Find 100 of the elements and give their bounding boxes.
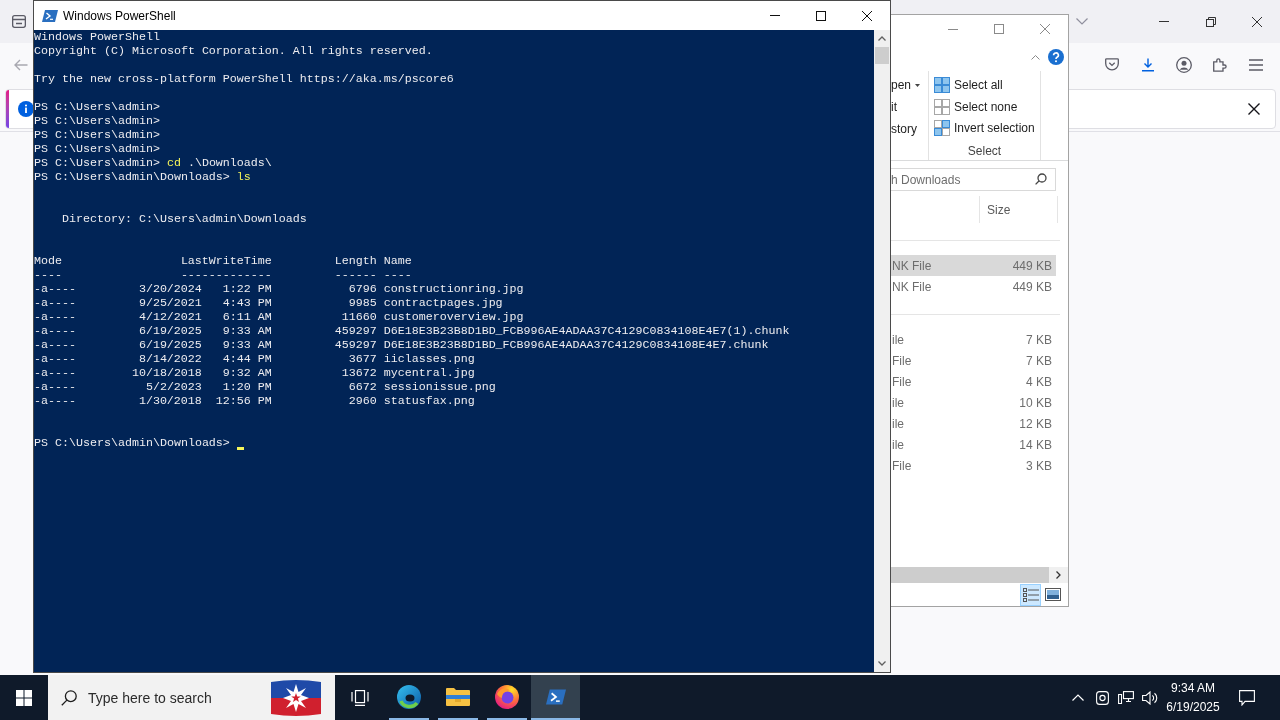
time-cell: 6:11 AM xyxy=(222,310,272,324)
device-icon xyxy=(1095,690,1109,705)
chevron-up-icon xyxy=(1030,54,1040,60)
chevron-down-icon xyxy=(878,661,886,666)
column-heading: Name xyxy=(383,254,412,268)
file-name-cell: customeroverview.jpg xyxy=(383,310,524,324)
prompt-text: PS C:\Users\admin\Downloads> xyxy=(34,436,230,450)
view-toggle-button[interactable] xyxy=(1020,583,1041,606)
chevron-up-icon xyxy=(878,36,886,41)
account-icon xyxy=(1176,56,1192,73)
file-type-text: ile xyxy=(891,394,904,412)
search-icon xyxy=(61,690,77,706)
file-row[interactable]: File 3 KB xyxy=(890,455,1056,476)
help-icon xyxy=(1048,49,1064,65)
file-name-cell: D6E18E3B23B8D1BD_FCB996AE4ADAA37C4129C0834108E4E7.chunk xyxy=(383,338,769,352)
window-title: Windows PowerShell xyxy=(63,7,176,25)
file-row[interactable]: ile 14 KB xyxy=(890,434,1056,455)
time-cell: 9:33 AM xyxy=(222,324,272,338)
heading-underline: ---- xyxy=(383,268,412,282)
chevron-down-icon xyxy=(1076,18,1088,25)
heading-underline: ------------- xyxy=(180,268,272,282)
file-size-text: 10 KB xyxy=(1019,394,1053,412)
file-name-cell: statusfax.png xyxy=(383,394,475,408)
prompt-text: PS C:\Users\admin> xyxy=(34,128,160,142)
file-row[interactable]: File 7 KB xyxy=(890,350,1056,371)
length-cell: 11660 xyxy=(341,310,377,324)
date-cell: 6/19/2025 xyxy=(138,324,202,338)
length-cell: 9985 xyxy=(348,296,377,310)
prompt-text: PS C:\Users\admin\Downloads> xyxy=(34,170,230,184)
file-size-text: 7 KB xyxy=(1026,352,1053,370)
time-cell: 9:33 AM xyxy=(222,338,272,352)
download-icon xyxy=(1141,57,1155,72)
argument-text: .\Downloads\ xyxy=(187,156,272,170)
file-type-text: File xyxy=(891,373,912,391)
close-icon xyxy=(862,10,872,21)
swirl-icon xyxy=(396,684,421,709)
file-type-text: ile xyxy=(891,415,904,433)
ribbon-command-button[interactable]: story xyxy=(890,118,917,140)
details-view-icon xyxy=(1022,587,1039,602)
file-row[interactable]: ile 10 KB xyxy=(890,392,1056,413)
back-arrow-icon xyxy=(14,58,28,71)
task-view-icon xyxy=(351,689,369,706)
time-cell: 9:32 AM xyxy=(222,366,272,380)
help-button[interactable] xyxy=(1048,49,1064,65)
mode-cell: -a---- xyxy=(34,310,76,324)
column-heading: Length xyxy=(334,254,377,268)
ribbon-group-label: Select xyxy=(967,143,1002,160)
file-name-cell: mycentral.jpg xyxy=(383,366,475,380)
time-cell: 1:20 PM xyxy=(222,380,272,394)
file-type-text: NK File xyxy=(891,257,932,275)
file-row[interactable]: File 4 KB xyxy=(890,371,1056,392)
file-row[interactable]: NK File 449 KB xyxy=(890,276,1056,297)
column-header[interactable]: Size xyxy=(980,196,1058,223)
mode-cell: -a---- xyxy=(34,394,76,408)
pocket-icon xyxy=(1105,58,1119,71)
close-icon xyxy=(1040,24,1050,34)
ribbon-command-button[interactable]: pen xyxy=(890,74,921,96)
file-size-text: 3 KB xyxy=(1026,457,1053,475)
scrollbar-thumb[interactable] xyxy=(875,47,889,64)
taskbar-app-button[interactable] xyxy=(531,675,580,720)
file-size-text: 12 KB xyxy=(1019,415,1053,433)
large-icons-view-icon xyxy=(1044,588,1061,601)
select-all-icon xyxy=(934,76,950,93)
puzzle-icon xyxy=(1213,57,1227,72)
file-size-text: 14 KB xyxy=(1019,436,1053,454)
console-text: Windows PowerShell xyxy=(34,30,160,44)
ribbon-command-button[interactable]: Invert selection xyxy=(934,117,1035,139)
date-cell: 6/19/2025 xyxy=(138,338,202,352)
chevron-right-icon xyxy=(1056,571,1061,579)
directory-text: Directory: C:\Users\admin\Downloads xyxy=(61,212,307,226)
search-field[interactable]: h Downloads xyxy=(890,168,1056,191)
restore-icon xyxy=(1205,16,1216,27)
length-cell: 6796 xyxy=(348,282,377,296)
date-cell: 8/14/2022 xyxy=(138,352,202,366)
mode-cell: -a---- xyxy=(34,282,76,296)
minimize-icon xyxy=(948,28,958,30)
mode-cell: -a---- xyxy=(34,324,76,338)
file-type-text: ile xyxy=(891,331,904,349)
ribbon-command-button[interactable]: it xyxy=(890,96,897,118)
prompt-text: PS C:\Users\admin> xyxy=(34,114,160,128)
mode-cell: -a---- xyxy=(34,352,76,366)
file-row[interactable]: ile 7 KB xyxy=(890,329,1056,350)
ribbon-command-button[interactable]: Select none xyxy=(934,95,1018,118)
file-row[interactable]: ile 12 KB xyxy=(890,413,1056,434)
fox-icon xyxy=(494,684,519,709)
mode-cell: -a---- xyxy=(34,296,76,310)
time-cell: 4:44 PM xyxy=(222,352,272,366)
console-text: Try the new cross-platform PowerShell https://aka.ms/pscore6 xyxy=(34,72,454,86)
time-cell: 12:56 PM xyxy=(215,394,272,408)
ribbon-command-button[interactable]: Select all xyxy=(934,74,1003,96)
file-size-text: 4 KB xyxy=(1026,373,1053,391)
file-row[interactable]: NK File 449 KB xyxy=(890,255,1056,276)
command-text: ls xyxy=(236,170,251,184)
clock-button[interactable]: 9:34 AM 6/19/2025 xyxy=(1162,675,1224,720)
volume-icon xyxy=(1142,690,1158,705)
column-heading: LastWriteTime xyxy=(180,254,272,268)
time-cell: 4:43 PM xyxy=(222,296,272,310)
time-cell: 1:22 PM xyxy=(222,282,272,296)
heading-underline: ---- xyxy=(34,268,62,282)
length-cell: 2960 xyxy=(348,394,377,408)
